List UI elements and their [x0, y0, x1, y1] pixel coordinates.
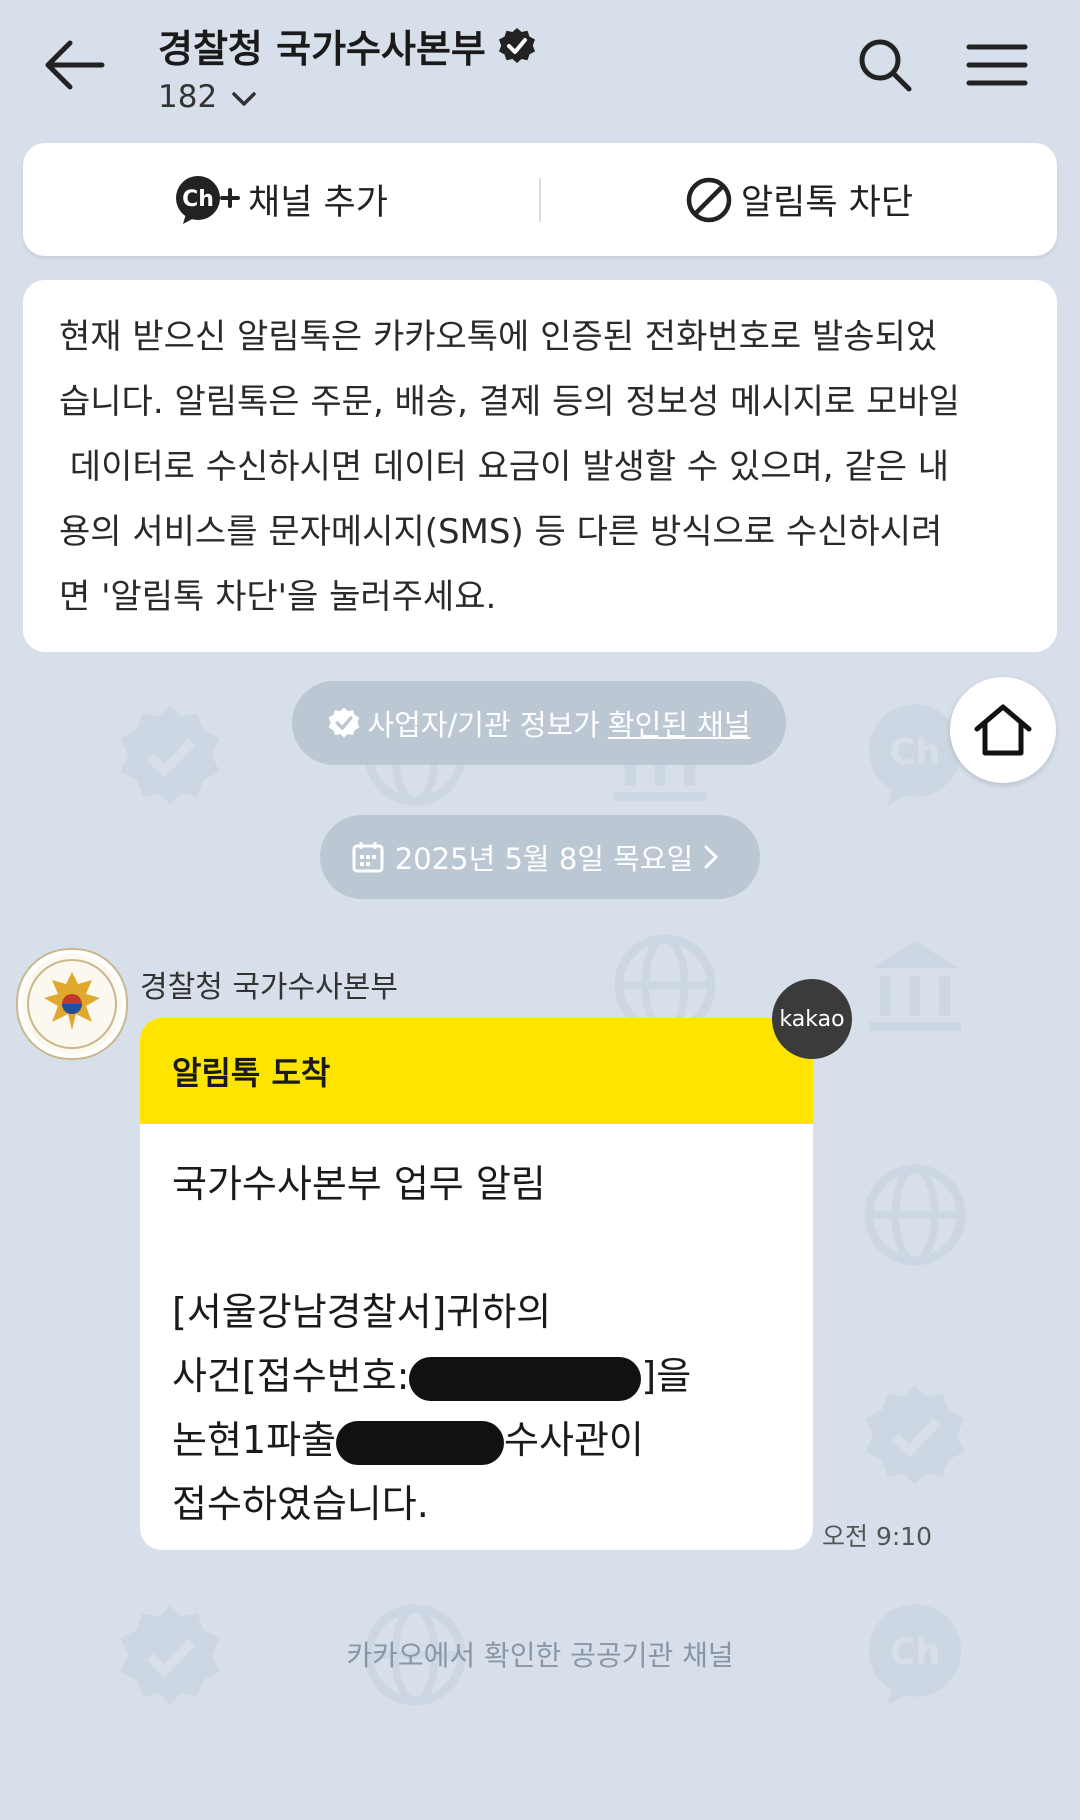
search-button[interactable]	[855, 35, 915, 95]
add-channel-button[interactable]: Ch 채널 추가	[23, 143, 539, 256]
alimtalk-message-bubble[interactable]: 알림톡 도착 국가수사본부 업무 알림 [서울강남경찰서]귀하의 사건[접수번호…	[140, 1018, 813, 1550]
notice-line: 면 '알림톡 차단'을 눌러주세요.	[59, 577, 497, 617]
message-line: 접수하였습니다.	[172, 1482, 429, 1526]
message-line-suffix: 수사관이	[504, 1418, 644, 1462]
message-line: 사건[접수번호: ]을	[172, 1344, 781, 1408]
channel-add-icon: Ch	[176, 175, 241, 224]
menu-button[interactable]	[965, 35, 1030, 95]
calendar-icon	[352, 842, 384, 873]
follower-count-dropdown[interactable]: 182	[158, 79, 537, 115]
add-channel-label: 채널 추가	[248, 183, 388, 223]
block-alimtalk-button[interactable]: 알림톡 차단	[541, 143, 1057, 256]
public-channel-note: 카카오에서 확인한 공공기관 채널	[346, 1639, 734, 1672]
channel-header: 경찰청 국가수사본부 182	[158, 18, 537, 115]
redacted-scribble	[336, 1420, 505, 1465]
verified-badge-icon	[498, 27, 535, 63]
verified-check-icon	[329, 707, 360, 738]
message-line-prefix: 사건[접수번호:	[172, 1354, 410, 1398]
channel-title: 경찰청 국가수사본부	[158, 27, 486, 71]
bubble-header: 알림톡 도착	[140, 1018, 813, 1124]
bubble-header-label: 알림톡 도착	[172, 1054, 331, 1092]
follower-count: 182	[158, 79, 218, 115]
notice-line: 용의 서비스를 문자메시지(SMS) 등 다른 방식으로 수신하시려	[59, 512, 943, 552]
police-emblem-icon	[22, 954, 122, 1054]
globe-pattern-icon	[864, 1164, 966, 1266]
redacted-scribble	[409, 1356, 642, 1401]
bubble-body: 국가수사본부 업무 알림 [서울강남경찰서]귀하의 사건[접수번호: ]을 논현1…	[140, 1124, 813, 1536]
sender-avatar[interactable]	[16, 948, 128, 1060]
message-title: 국가수사본부 업무 알림	[172, 1162, 546, 1206]
verified-channel-link[interactable]: 확인된 채널	[608, 702, 751, 744]
top-app-bar: 경찰청 국가수사본부 182	[0, 0, 1080, 135]
block-icon	[686, 177, 732, 222]
channel-action-card: Ch 채널 추가 알림톡 차단	[23, 143, 1057, 256]
chevron-down-icon	[232, 91, 256, 106]
notice-line: 현재 받으신 알림톡은 카카오톡에 인증된 전화번호로 발송되었	[59, 317, 938, 357]
back-button[interactable]	[40, 30, 120, 100]
date-label: 2025년 5월 8일 목요일	[394, 842, 694, 876]
verified-channel-pill: 사업자/기관 정보가 확인된 채널	[292, 681, 786, 765]
sender-name: 경찰청 국가수사본부	[140, 970, 398, 1005]
chevron-right-icon	[704, 845, 719, 869]
block-alimtalk-label: 알림톡 차단	[740, 183, 914, 223]
alimtalk-notice-card: 현재 받으신 알림톡은 카카오톡에 인증된 전화번호로 발송되었 습니다. 알림…	[23, 280, 1057, 652]
notice-line: 데이터로 수신하시면 데이터 요금이 발생할 수 있으며, 같은 내	[59, 447, 950, 487]
message-line-suffix: ]을	[641, 1354, 692, 1398]
bank-pattern-icon	[868, 941, 962, 1032]
verified-pattern-icon	[120, 705, 220, 805]
kakao-badge: kakao	[772, 979, 852, 1059]
verified-channel-text: 사업자/기관 정보가	[367, 708, 600, 742]
svg-text:Ch: Ch	[182, 187, 214, 212]
message-timestamp: 오전 9:10	[822, 1522, 933, 1551]
svg-text:Ch: Ch	[890, 732, 941, 773]
home-button[interactable]	[950, 677, 1056, 783]
message-line: [서울강남경찰서]귀하의	[172, 1290, 552, 1334]
back-arrow-icon	[45, 40, 105, 90]
notice-line: 습니다. 알림톡은 주문, 배송, 결제 등의 정보성 메시지로 모바일	[59, 382, 960, 422]
verified-pattern-icon	[865, 1385, 965, 1485]
home-icon	[974, 704, 1032, 756]
search-icon	[859, 39, 912, 92]
date-separator-pill[interactable]: 2025년 5월 8일 목요일	[320, 815, 760, 899]
hamburger-menu-icon	[966, 44, 1028, 86]
message-line-prefix: 논현1파출	[172, 1418, 337, 1462]
message-line: 논현1파출 수사관이	[172, 1408, 781, 1472]
